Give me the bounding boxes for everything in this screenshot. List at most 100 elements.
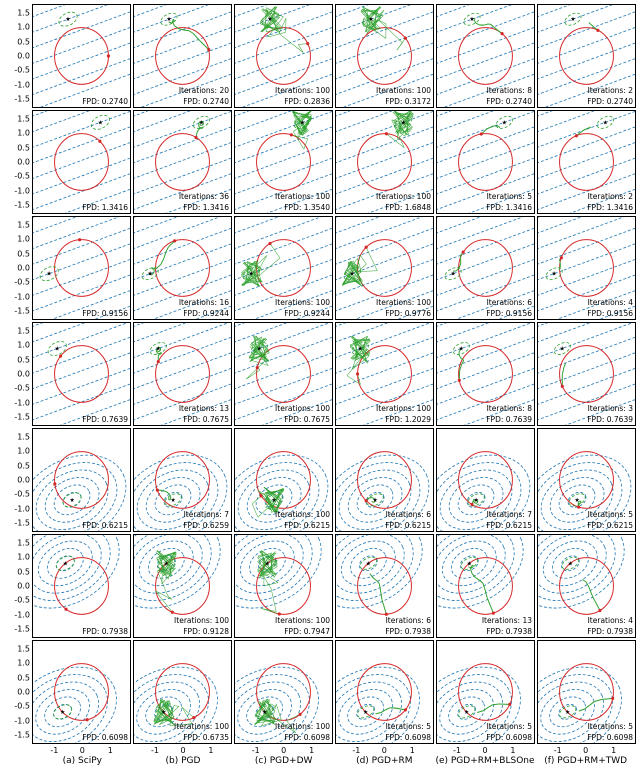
svg-text:★: ★ <box>249 271 254 278</box>
subplot: ★ Iterations: 5FPD: 0.6215 <box>537 428 636 532</box>
subplot: ★ Iterations: 100FPD: 0.2836 <box>234 4 333 108</box>
subplot: ★ FPD: 0.9156 <box>32 216 131 320</box>
svg-text:★: ★ <box>65 16 70 23</box>
x-tick: -1 <box>145 746 165 755</box>
fpd-label: FPD: 0.7639 <box>587 415 633 424</box>
iterations-label: Iterations: 100 <box>376 192 431 201</box>
subplot: ★ FPD: 0.7639 <box>32 322 131 426</box>
svg-text:★: ★ <box>265 560 270 567</box>
iterations-label: Iterations: 7 <box>184 510 229 519</box>
y-tick: 1.5 <box>0 8 30 17</box>
x-tick: 0 <box>274 746 294 755</box>
y-tick: -0.5 <box>0 384 30 393</box>
fpd-label: FPD: 0.9156 <box>486 309 532 318</box>
fpd-label: FPD: 0.7938 <box>385 627 431 636</box>
y-tick: 0.0 <box>0 370 30 379</box>
y-tick: 0.0 <box>0 264 30 273</box>
svg-text:★: ★ <box>98 119 103 126</box>
fpd-label: FPD: 0.6215 <box>82 521 128 530</box>
subplot: ★ Iterations: 100FPD: 0.9776 <box>335 216 434 320</box>
fpd-label: FPD: 1.6848 <box>385 203 431 212</box>
iterations-label: Iterations: 100 <box>275 404 330 413</box>
fpd-label: FPD: 0.9156 <box>587 309 633 318</box>
y-tick: 1.0 <box>0 341 30 350</box>
iterations-label: Iterations: 100 <box>174 616 229 625</box>
subplot: ★ Iterations: 8FPD: 0.7639 <box>436 322 535 426</box>
y-tick: 1.0 <box>0 553 30 562</box>
subplot: ★ Iterations: 100FPD: 0.7947 <box>234 534 333 638</box>
y-tick: 0.0 <box>0 52 30 61</box>
y-tick: -0.5 <box>0 490 30 499</box>
iterations-label: Iterations: 100 <box>275 86 330 95</box>
subplot: ★ Iterations: 5FPD: 1.3416 <box>436 110 535 214</box>
svg-text:★: ★ <box>565 709 570 716</box>
iterations-label: Iterations: 5 <box>588 722 633 731</box>
x-tick: 0 <box>72 746 92 755</box>
svg-text:★: ★ <box>199 119 204 126</box>
subplot: ★ Iterations: 6FPD: 0.6215 <box>335 428 434 532</box>
y-tick: 1.5 <box>0 220 30 229</box>
y-tick: -1.0 <box>0 80 30 89</box>
x-tick: 0 <box>576 746 596 755</box>
svg-text:★: ★ <box>60 709 65 716</box>
y-tick: 0.5 <box>0 143 30 152</box>
x-tick: 1 <box>302 746 322 755</box>
subplot-grid: ★ FPD: 0.2740 ★ Iterations: 20FPD: 0.274… <box>32 4 636 744</box>
subplot: ★ Iterations: 36FPD: 1.3416 <box>133 110 232 214</box>
y-tick: 1.0 <box>0 23 30 32</box>
subplot: ★ Iterations: 16FPD: 0.9244 <box>133 216 232 320</box>
svg-text:★: ★ <box>574 497 579 504</box>
iterations-label: Iterations: 7 <box>487 510 532 519</box>
fpd-label: FPD: 0.7938 <box>82 627 128 636</box>
x-tick: -1 <box>548 746 568 755</box>
x-tick: -1 <box>346 746 366 755</box>
fpd-label: FPD: 0.6098 <box>587 733 633 742</box>
iterations-label: Iterations: 5 <box>588 510 633 519</box>
svg-text:★: ★ <box>262 709 267 716</box>
subplot: ★ Iterations: 6FPD: 0.9156 <box>436 216 535 320</box>
subplot: ★ Iterations: 100FPD: 1.2029 <box>335 322 434 426</box>
svg-text:★: ★ <box>366 560 371 567</box>
fpd-label: FPD: 0.6735 <box>183 733 229 742</box>
fpd-label: FPD: 0.7675 <box>284 415 330 424</box>
fpd-label: FPD: 0.6215 <box>486 521 532 530</box>
iterations-label: Iterations: 8 <box>487 404 532 413</box>
subplot: ★ Iterations: 20FPD: 0.2740 <box>133 4 232 108</box>
fpd-label: FPD: 0.7947 <box>284 627 330 636</box>
y-tick: -0.5 <box>0 596 30 605</box>
subplot: ★ Iterations: 8FPD: 0.2740 <box>436 4 535 108</box>
x-tick: 1 <box>201 746 221 755</box>
iterations-label: Iterations: 8 <box>487 86 532 95</box>
svg-text:★: ★ <box>363 709 368 716</box>
y-tick: -0.5 <box>0 278 30 287</box>
subplot: ★ Iterations: 100FPD: 0.7675 <box>234 322 333 426</box>
fpd-label: FPD: 0.7639 <box>486 415 532 424</box>
fpd-label: FPD: 1.3416 <box>183 203 229 212</box>
x-tick: 1 <box>503 746 523 755</box>
svg-text:★: ★ <box>63 560 68 567</box>
iterations-label: Iterations: 100 <box>275 722 330 731</box>
y-tick: -0.5 <box>0 702 30 711</box>
x-axis-labels: -101(a) SciPy-101(b) PGD-101(c) PGD+DW-1… <box>32 746 636 764</box>
y-tick: 0.0 <box>0 476 30 485</box>
y-tick: 1.0 <box>0 659 30 668</box>
fpd-label: FPD: 0.2740 <box>486 97 532 106</box>
svg-text:★: ★ <box>368 16 373 23</box>
iterations-label: Iterations: 13 <box>179 404 229 413</box>
svg-text:★: ★ <box>164 560 169 567</box>
iterations-label: Iterations: 6 <box>386 616 431 625</box>
iterations-label: Iterations: 100 <box>376 298 431 307</box>
fpd-label: FPD: 0.9244 <box>183 309 229 318</box>
svg-text:★: ★ <box>560 345 565 352</box>
iterations-label: Iterations: 16 <box>179 298 229 307</box>
svg-text:★: ★ <box>473 497 478 504</box>
fpd-label: FPD: 1.3416 <box>587 203 633 212</box>
y-tick: 1.5 <box>0 644 30 653</box>
subplot: ★ FPD: 0.6215 <box>32 428 131 532</box>
y-tick: 1.5 <box>0 538 30 547</box>
y-tick: -1.5 <box>0 625 30 634</box>
y-tick: -0.5 <box>0 66 30 75</box>
svg-text:★: ★ <box>372 497 377 504</box>
iterations-label: Iterations: 5 <box>386 722 431 731</box>
svg-text:★: ★ <box>271 497 276 504</box>
